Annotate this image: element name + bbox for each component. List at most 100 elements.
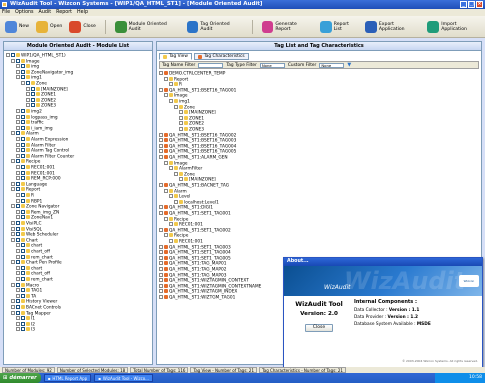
expand-toggle[interactable] <box>164 93 168 98</box>
expand-toggle[interactable] <box>159 272 163 277</box>
expand-toggle[interactable] <box>16 148 20 153</box>
expand-toggle[interactable] <box>159 205 163 210</box>
module-checkbox[interactable] <box>16 221 20 225</box>
expand-toggle[interactable] <box>169 194 173 199</box>
expand-toggle[interactable] <box>11 131 15 136</box>
expand-toggle[interactable] <box>159 143 163 148</box>
expand-toggle[interactable] <box>169 166 173 171</box>
expand-toggle[interactable] <box>159 132 163 137</box>
expand-toggle[interactable] <box>26 86 30 91</box>
expand-toggle[interactable] <box>6 53 10 57</box>
expand-toggle[interactable] <box>159 250 163 255</box>
module-checkbox[interactable] <box>21 198 25 203</box>
module-checkbox[interactable] <box>31 103 35 108</box>
module-tree[interactable]: WIP1/QA_HTML_ST1) Image img ZoneNavigator_i… <box>6 53 150 362</box>
menu-options[interactable]: Options <box>15 9 34 16</box>
expand-toggle[interactable] <box>164 233 168 238</box>
module-checkbox[interactable] <box>21 137 25 141</box>
expand-toggle[interactable] <box>11 226 15 231</box>
module-checkbox[interactable] <box>16 299 20 304</box>
expand-toggle[interactable] <box>16 327 20 332</box>
module-checkbox[interactable] <box>21 64 25 69</box>
module-checkbox[interactable] <box>21 321 25 326</box>
module-oriented-audit-button[interactable]: Module Oriented Audit <box>113 20 182 33</box>
module-checkbox[interactable] <box>11 53 15 57</box>
expand-toggle[interactable] <box>179 177 183 182</box>
expand-toggle[interactable] <box>179 110 183 115</box>
module-checkbox[interactable] <box>21 265 25 270</box>
expand-toggle[interactable] <box>159 283 163 288</box>
expand-toggle[interactable] <box>26 103 30 108</box>
module-checkbox[interactable] <box>21 142 25 147</box>
module-checkbox[interactable] <box>16 204 20 209</box>
tab-tag-view[interactable]: Tag View <box>159 53 192 60</box>
expand-toggle[interactable] <box>11 260 15 265</box>
module-checkbox[interactable] <box>21 165 25 169</box>
module-checkbox[interactable] <box>21 153 25 158</box>
module-checkbox[interactable] <box>21 215 25 220</box>
module-checkbox[interactable] <box>16 305 20 309</box>
open-button[interactable]: Open <box>34 20 64 33</box>
expand-toggle[interactable] <box>16 153 20 158</box>
module-checkbox[interactable] <box>31 92 35 97</box>
expand-toggle[interactable] <box>11 58 15 63</box>
module-checkbox[interactable] <box>16 187 20 192</box>
custom-filter-select[interactable]: None <box>319 62 345 68</box>
expand-toggle[interactable] <box>164 160 168 165</box>
module-checkbox[interactable] <box>21 293 25 298</box>
expand-toggle[interactable] <box>16 137 20 141</box>
module-checkbox[interactable] <box>21 277 25 281</box>
expand-toggle[interactable] <box>11 305 15 309</box>
expand-toggle[interactable] <box>159 87 163 92</box>
expand-toggle[interactable] <box>16 254 20 259</box>
expand-toggle[interactable] <box>11 237 15 242</box>
expand-toggle[interactable] <box>164 188 168 193</box>
expand-toggle[interactable] <box>169 239 173 243</box>
module-checkbox[interactable] <box>21 327 25 332</box>
expand-toggle[interactable] <box>16 142 20 147</box>
expand-toggle[interactable] <box>169 222 173 227</box>
export-application-button[interactable]: Export Application <box>363 20 422 33</box>
expand-toggle[interactable] <box>16 69 20 74</box>
module-checkbox[interactable] <box>21 209 25 214</box>
expand-toggle[interactable] <box>169 82 173 87</box>
expand-toggle[interactable] <box>11 187 15 192</box>
expand-toggle[interactable] <box>26 92 30 97</box>
menu-report[interactable]: Report <box>56 9 72 16</box>
expand-toggle[interactable] <box>11 181 15 186</box>
expand-toggle[interactable] <box>16 75 20 80</box>
expand-toggle[interactable] <box>159 183 163 187</box>
expand-toggle[interactable] <box>159 261 163 266</box>
module-checkbox[interactable] <box>16 58 20 63</box>
expand-toggle[interactable] <box>16 125 20 130</box>
expand-toggle[interactable] <box>159 149 163 154</box>
module-checkbox[interactable] <box>21 170 25 175</box>
menu-audit[interactable]: Audit <box>39 9 52 16</box>
module-checkbox[interactable] <box>16 226 20 231</box>
expand-toggle[interactable] <box>16 215 20 220</box>
module-checkbox[interactable] <box>21 288 25 293</box>
expand-toggle[interactable] <box>159 295 163 299</box>
expand-toggle[interactable] <box>16 170 20 175</box>
expand-toggle[interactable] <box>16 249 20 253</box>
module-checkbox[interactable] <box>21 109 25 113</box>
tag-name-filter-input[interactable] <box>198 62 224 68</box>
expand-toggle[interactable] <box>11 299 15 304</box>
expand-toggle[interactable] <box>159 289 163 294</box>
expand-toggle[interactable] <box>16 176 20 181</box>
close-button[interactable]: Close <box>67 20 98 33</box>
module-checkbox[interactable] <box>16 282 20 287</box>
module-checkbox[interactable] <box>31 86 35 91</box>
expand-toggle[interactable] <box>159 227 163 232</box>
module-checkbox[interactable] <box>21 125 25 130</box>
module-checkbox[interactable] <box>21 249 25 253</box>
tag-oriented-audit-button[interactable]: Tag Oriented Audit <box>185 20 245 33</box>
expand-toggle[interactable] <box>159 155 163 159</box>
module-checkbox[interactable] <box>16 131 20 136</box>
expand-toggle[interactable] <box>16 293 20 298</box>
module-checkbox[interactable] <box>21 271 25 276</box>
expand-toggle[interactable] <box>16 64 20 69</box>
module-checkbox[interactable] <box>21 114 25 119</box>
close-window-button[interactable]: × <box>476 1 483 8</box>
expand-toggle[interactable] <box>16 265 20 270</box>
